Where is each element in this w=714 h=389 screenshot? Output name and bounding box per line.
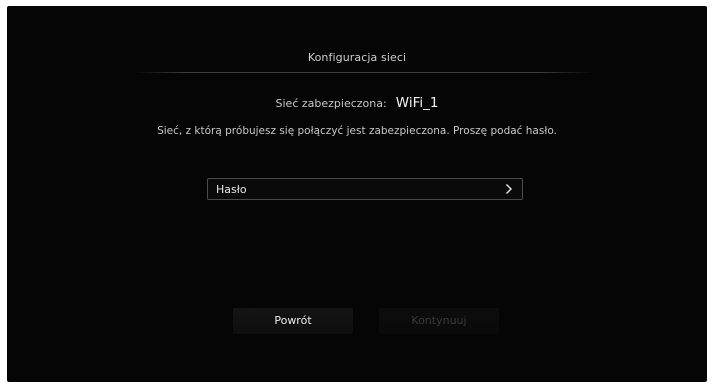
network-name: WiFi_1 <box>395 95 439 111</box>
tv-frame: Konfiguracja sieci Sieć zabezpieczona: W… <box>0 0 714 389</box>
network-config-screen: Konfiguracja sieci Sieć zabezpieczona: W… <box>7 6 707 382</box>
network-label: Sieć zabezpieczona: <box>275 97 387 110</box>
password-required-message: Sieć, z którą próbujesz się połączyć jes… <box>157 125 557 137</box>
chevron-right-icon <box>506 184 512 194</box>
secured-network-info: Sieć zabezpieczona: WiFi_1 <box>7 92 707 111</box>
title-divider <box>132 72 594 73</box>
password-field[interactable]: Hasło <box>207 178 523 200</box>
dialog-title: Konfiguracja sieci <box>307 51 407 64</box>
back-button[interactable]: Powrót <box>233 308 353 334</box>
continue-button[interactable]: Kontynuuj <box>379 308 499 334</box>
password-field-label: Hasło <box>216 183 247 196</box>
